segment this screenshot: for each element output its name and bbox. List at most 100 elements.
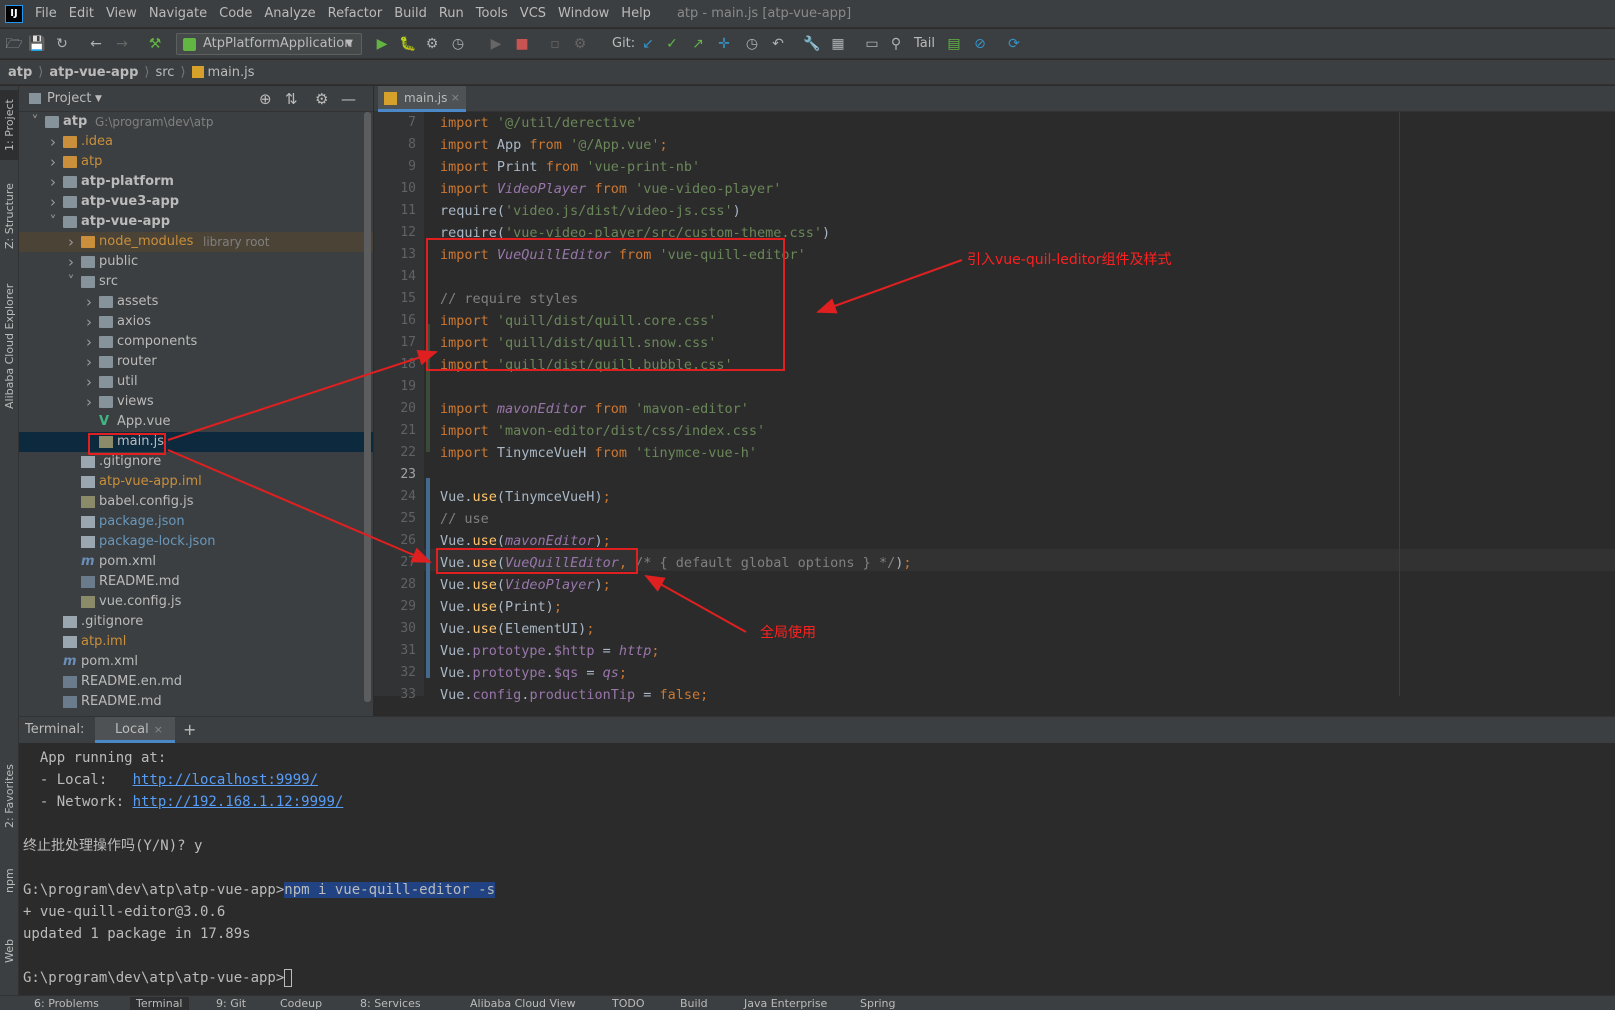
menu-file[interactable]: File (29, 6, 63, 21)
tree-item[interactable]: › router (19, 352, 373, 372)
chevron-right-icon[interactable]: › (83, 372, 95, 392)
tree-item[interactable]: › components (19, 332, 373, 352)
tool-java-enterprise[interactable]: Java Enterprise (744, 997, 827, 1010)
menu-analyze[interactable]: Analyze (258, 6, 321, 21)
chevron-down-icon[interactable]: ˅ (65, 272, 77, 292)
menu-window[interactable]: Window (552, 6, 615, 21)
project-scrollbar[interactable] (364, 112, 371, 702)
tree-item[interactable]: › atp (19, 152, 373, 172)
monitor-chart-icon[interactable]: ▤ (944, 34, 964, 54)
breadcrumb-src[interactable]: src (155, 65, 174, 80)
back-icon[interactable]: ← (86, 34, 106, 54)
tab-web[interactable]: Web (0, 926, 19, 976)
forward-icon[interactable]: → (112, 34, 132, 54)
tool-problems[interactable]: 6: Problems (34, 997, 99, 1010)
run-configuration-select[interactable]: AtpPlatformApplication ▼ (176, 33, 362, 55)
open-folder-icon[interactable]: 🗁 (4, 34, 24, 54)
tree-item[interactable]: README.en.md (19, 672, 373, 692)
tree-item[interactable]: ˅ atp-vue-app (19, 212, 373, 232)
save-all-icon[interactable]: 💾 (27, 34, 47, 54)
tool-git[interactable]: 9: Git (216, 997, 246, 1010)
tab-structure[interactable]: Z: Structure (0, 176, 19, 256)
locate-target-icon[interactable]: ⊕ (259, 86, 272, 112)
build-hammer-icon[interactable]: ⚒ (145, 34, 165, 54)
tool-codeup[interactable]: Codeup (280, 997, 322, 1010)
gear-icon[interactable]: ⚙ (315, 86, 328, 112)
menu-run[interactable]: Run (433, 6, 470, 21)
chevron-right-icon[interactable]: › (47, 152, 59, 172)
menu-code[interactable]: Code (213, 6, 258, 21)
tree-item[interactable]: package-lock.json (19, 532, 373, 552)
tool-services[interactable]: 8: Services (360, 997, 421, 1010)
tree-item[interactable]: ˅ atp G:\program\dev\atp (19, 112, 373, 132)
chevron-right-icon[interactable]: › (47, 172, 59, 192)
tree-item[interactable]: atp.iml (19, 632, 373, 652)
git-commit-icon[interactable]: ✓ (662, 34, 682, 54)
tree-item[interactable]: vue.config.js (19, 592, 373, 612)
tree-item[interactable]: README.md (19, 572, 373, 592)
chevron-down-icon[interactable]: ˅ (47, 212, 59, 232)
tree-item[interactable]: atp-vue-app.iml (19, 472, 373, 492)
history-icon[interactable]: ◷ (742, 34, 762, 54)
new-terminal-icon[interactable]: + (183, 717, 196, 743)
tool-todo[interactable]: TODO (612, 997, 645, 1010)
tool-alibaba-cloud-view[interactable]: Alibaba Cloud View (470, 997, 576, 1010)
stop-icon[interactable]: ■ (512, 34, 532, 54)
tree-item[interactable]: V App.vue (19, 412, 373, 432)
tool-build[interactable]: Build (680, 997, 708, 1010)
breadcrumb-main-js[interactable]: main.js (208, 65, 255, 80)
coverage-icon[interactable]: ⚙ (422, 34, 442, 54)
resume-icon[interactable]: ▶ (486, 34, 506, 54)
chevron-right-icon[interactable]: › (83, 292, 95, 312)
tree-item[interactable]: babel.config.js (19, 492, 373, 512)
tab-favorites[interactable]: 2: Favorites (0, 756, 19, 836)
menu-edit[interactable]: Edit (63, 6, 100, 21)
terminal-link[interactable]: http://192.168.1.12:9999/ (133, 794, 344, 810)
terminal-link[interactable]: http://localhost:9999/ (133, 772, 318, 788)
terminal-tab-local[interactable]: Local × (95, 717, 175, 743)
chevron-down-icon[interactable]: ▼ (95, 86, 102, 112)
chevron-right-icon[interactable]: › (83, 312, 95, 332)
menu-refactor[interactable]: Refactor (322, 6, 389, 21)
tree-item[interactable]: package.json (19, 512, 373, 532)
close-icon[interactable]: × (451, 86, 460, 110)
search-icon[interactable]: ⚲ (886, 34, 906, 54)
tree-item[interactable]: m pom.xml (19, 652, 373, 672)
menu-build[interactable]: Build (388, 6, 433, 21)
rollback-icon[interactable]: ↶ (768, 34, 788, 54)
tree-item[interactable]: main.js (19, 432, 373, 452)
tool-terminal[interactable]: Terminal (130, 997, 189, 1010)
profile-icon[interactable]: ◷ (448, 34, 468, 54)
tree-item[interactable]: › atp-platform (19, 172, 373, 192)
tree-item[interactable]: › .idea (19, 132, 373, 152)
dump-threads-icon[interactable]: ▫ (545, 34, 565, 54)
tree-item[interactable]: › public (19, 252, 373, 272)
tab-project[interactable]: 1: Project (0, 90, 19, 160)
git-push-icon[interactable]: ↗ (688, 34, 708, 54)
tree-item[interactable]: › node_modules library root (19, 232, 373, 252)
chevron-right-icon[interactable]: › (83, 352, 95, 372)
tab-npm[interactable]: npm (0, 856, 19, 906)
sync-icon[interactable]: ↻ (52, 34, 72, 54)
chevron-right-icon[interactable]: › (65, 232, 77, 252)
tree-item[interactable]: ˅ src (19, 272, 373, 292)
tree-item[interactable]: .gitignore (19, 452, 373, 472)
tool-spring[interactable]: Spring (860, 997, 896, 1010)
tab-alibaba-cloud-explorer[interactable]: Alibaba Cloud Explorer (0, 276, 19, 416)
chevron-right-icon[interactable]: › (47, 192, 59, 212)
close-icon[interactable]: × (154, 723, 163, 736)
tree-item[interactable]: README.md (19, 692, 373, 712)
tree-item[interactable]: m pom.xml (19, 552, 373, 572)
git-merge-icon[interactable]: ✛ (714, 34, 734, 54)
settings-run-icon[interactable]: ⚙ (570, 34, 590, 54)
tree-item[interactable]: .gitignore (19, 612, 373, 632)
tree-item[interactable]: › views (19, 392, 373, 412)
breadcrumb-atp[interactable]: atp (8, 65, 32, 80)
menu-help[interactable]: Help (615, 6, 657, 21)
chevron-down-icon[interactable]: ˅ (29, 112, 41, 132)
breadcrumb-atp-vue-app[interactable]: atp-vue-app (49, 65, 138, 80)
menu-vcs[interactable]: VCS (514, 6, 552, 21)
chevron-right-icon[interactable]: › (83, 392, 95, 412)
wrench-icon[interactable]: 🔧 (802, 34, 822, 54)
chevron-right-icon[interactable]: › (65, 252, 77, 272)
